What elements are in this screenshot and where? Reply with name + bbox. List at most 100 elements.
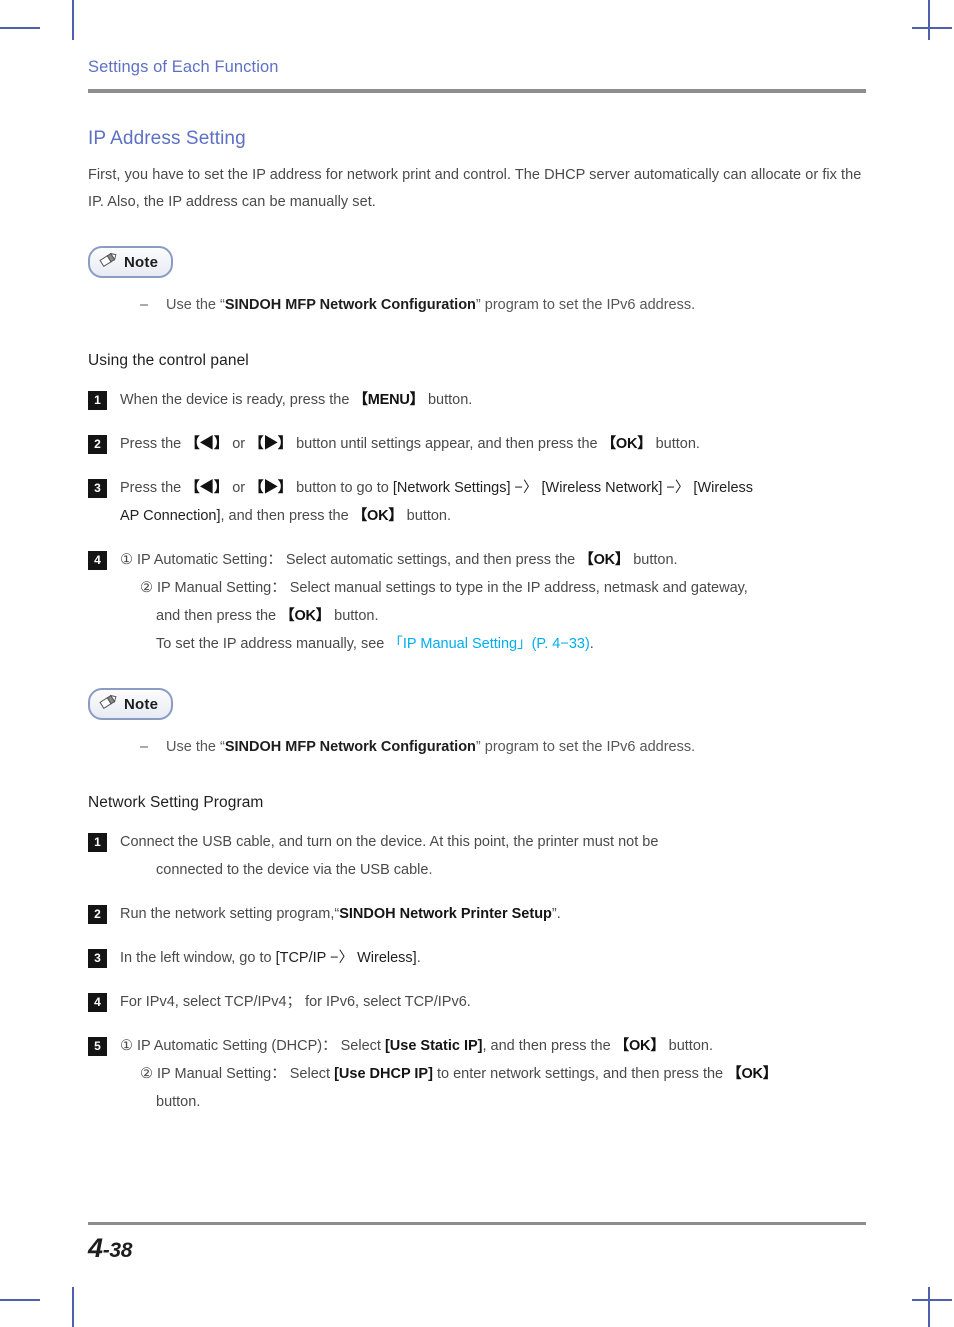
running-header: Settings of Each Function	[88, 58, 866, 93]
numbered-step: 2 Run the network setting program,“SINDOH…	[88, 900, 868, 928]
header-divider-rule	[88, 89, 866, 93]
step-text: button.	[629, 552, 678, 568]
page-number: 4-38	[88, 1233, 866, 1264]
crop-mark-top-right-vertical	[928, 0, 930, 40]
emphasis-text: [Use Static IP]	[384, 1038, 483, 1054]
step-line: Connect the USB cable, and turn on the d…	[120, 828, 868, 856]
step-number-badge: 1	[88, 391, 107, 410]
hardware-key-label: 【MENU】	[353, 392, 424, 408]
page-footer: 4-38	[88, 1222, 866, 1264]
step-text: and then press the	[156, 608, 281, 624]
numbered-step: 1 Connect the USB cable, and turn on the …	[88, 828, 868, 884]
emphasis-text: SINDOH Network Printer Setup	[339, 906, 552, 922]
subheading-using-control-panel: Using the control panel	[88, 352, 249, 369]
network-program-steps: 1 Connect the USB cable, and turn on the …	[88, 828, 868, 1116]
menu-path-label: [TCP/IP −〉 Wireless]	[275, 950, 417, 966]
note-callout-1: Note – Use the “SINDOH MFP Network Config…	[88, 246, 868, 318]
section-intro-paragraph: First, you have to set the IP address fo…	[88, 167, 862, 210]
step-line: ① IP Automatic Setting： Select automatic…	[120, 546, 868, 574]
menu-path-label: −〉	[510, 480, 542, 496]
note-text-before-2: Use the “	[166, 739, 225, 755]
running-header-title: Settings of Each Function	[88, 58, 279, 76]
note-dash-1: –	[140, 297, 149, 313]
pencil-icon	[99, 693, 119, 715]
numbered-step: 5 ① IP Automatic Setting (DHCP)： Select […	[88, 1032, 868, 1116]
step-text: To set the IP address manually, see	[156, 636, 389, 652]
numbered-step: 4 ① IP Automatic Setting： Select automati…	[88, 546, 868, 658]
step-line: Press the 【◀】 or 【▶】 button to go to [Ne…	[120, 474, 868, 502]
page-number-minor: -38	[102, 1239, 133, 1262]
step-line: and then press the 【OK】 button.	[120, 602, 868, 630]
step-line: button.	[120, 1088, 868, 1116]
step-number-badge: 5	[88, 1037, 107, 1056]
menu-path-label: −〉	[662, 480, 694, 496]
hardware-key-label: 【OK】	[280, 608, 331, 624]
hardware-key-label: 【OK】	[352, 508, 403, 524]
menu-path-label: [Wireless Network]	[541, 480, 663, 496]
step-text: .	[589, 636, 594, 652]
page-content: IP Address Setting First, you have to se…	[88, 128, 868, 1116]
step-text: button.	[402, 508, 452, 524]
emphasis-text: [Use DHCP IP]	[334, 1066, 433, 1082]
note-emphasis-1: SINDOH MFP Network Configuration	[224, 297, 476, 313]
step-line: connected to the device via the USB cabl…	[120, 856, 868, 884]
step-text: to enter network settings, and then pres…	[432, 1066, 728, 1082]
step-text: , and then press the	[482, 1038, 615, 1054]
hardware-key-label: 【OK】	[727, 1066, 778, 1082]
subheading-network-setting-program: Network Setting Program	[88, 794, 264, 811]
note-text-after-1: ” program to set the IPv6 address.	[475, 297, 696, 313]
numbered-step: 4 For IPv4, select TCP/IPv4； for IPv6, se…	[88, 988, 868, 1016]
step-number-badge: 1	[88, 833, 107, 852]
step-text: , and then press the	[220, 508, 353, 524]
step-text: Press the	[120, 436, 186, 452]
step-text: Connect the USB cable, and turn on the d…	[120, 834, 659, 850]
numbered-step: 3 In the left window, go to [TCP/IP −〉 Wi…	[88, 944, 868, 972]
note-body-2: – Use the “SINDOH MFP Network Configurati…	[140, 734, 868, 760]
crop-mark-top-right-horizontal	[912, 27, 952, 29]
step-text: button.	[330, 608, 379, 624]
numbered-step: 2 Press the 【◀】 or 【▶】 button until setti…	[88, 430, 868, 458]
step-text: or	[228, 480, 250, 496]
note-body-1: – Use the “SINDOH MFP Network Configurati…	[140, 292, 868, 318]
step-line: ② IP Manual Setting： Select [Use DHCP IP…	[120, 1060, 868, 1088]
step-number-badge: 2	[88, 435, 107, 454]
step-line: Run the network setting program,“SINDOH …	[120, 900, 868, 928]
step-text: ”.	[551, 906, 561, 922]
step-text: For IPv4, select TCP/IPv4； for IPv6, sel…	[120, 994, 471, 1010]
step-text: When the device is ready, press the	[120, 392, 354, 408]
step-text: button.	[664, 1038, 713, 1054]
step-text: ② IP Manual Setting： Select manual setti…	[140, 580, 748, 596]
step-line: AP Connection], and then press the 【OK】 …	[120, 502, 868, 530]
crop-mark-bottom-left-vertical	[72, 1287, 74, 1327]
step-text: or	[228, 436, 250, 452]
step-line: For IPv4, select TCP/IPv4； for IPv6, sel…	[120, 988, 868, 1016]
crop-mark-bottom-left-horizontal	[0, 1299, 40, 1301]
step-line: ① IP Automatic Setting (DHCP)： Select [U…	[120, 1032, 868, 1060]
crop-mark-top-left-vertical	[72, 0, 74, 40]
crop-mark-top-left-horizontal	[0, 27, 40, 29]
step-text: Press the	[120, 480, 186, 496]
menu-path-label: AP Connection]	[120, 508, 221, 524]
note-emphasis-2: SINDOH MFP Network Configuration	[224, 739, 476, 755]
step-number-badge: 3	[88, 949, 107, 968]
hardware-key-label: 【▶】	[249, 480, 293, 496]
note-text-before-1: Use the “	[166, 297, 225, 313]
hardware-key-label: 【◀】	[185, 480, 229, 496]
step-text: ① IP Automatic Setting： Select automatic…	[120, 552, 580, 568]
step-number-badge: 3	[88, 479, 107, 498]
numbered-step: 3 Press the 【◀】 or 【▶】 button to go to [N…	[88, 474, 868, 530]
step-text: In the left window, go to	[120, 950, 276, 966]
step-line: When the device is ready, press the 【MEN…	[120, 386, 868, 414]
note-badge-label-2: Note	[124, 695, 159, 713]
step-text: button.	[423, 392, 473, 408]
menu-path-label: [Wireless	[693, 480, 754, 496]
step-text: .	[416, 950, 421, 966]
note-dash-2: –	[140, 739, 149, 755]
step-number-badge: 4	[88, 993, 107, 1012]
step-number-badge: 4	[88, 551, 107, 570]
hardware-key-label: 【▶】	[249, 436, 293, 452]
step-line: Press the 【◀】 or 【▶】 button until settin…	[120, 430, 868, 458]
step-text: button.	[156, 1094, 201, 1110]
note-badge-1: Note	[88, 246, 174, 278]
cross-reference-link[interactable]: 「IP Manual Setting」(P. 4−33)	[388, 636, 589, 652]
